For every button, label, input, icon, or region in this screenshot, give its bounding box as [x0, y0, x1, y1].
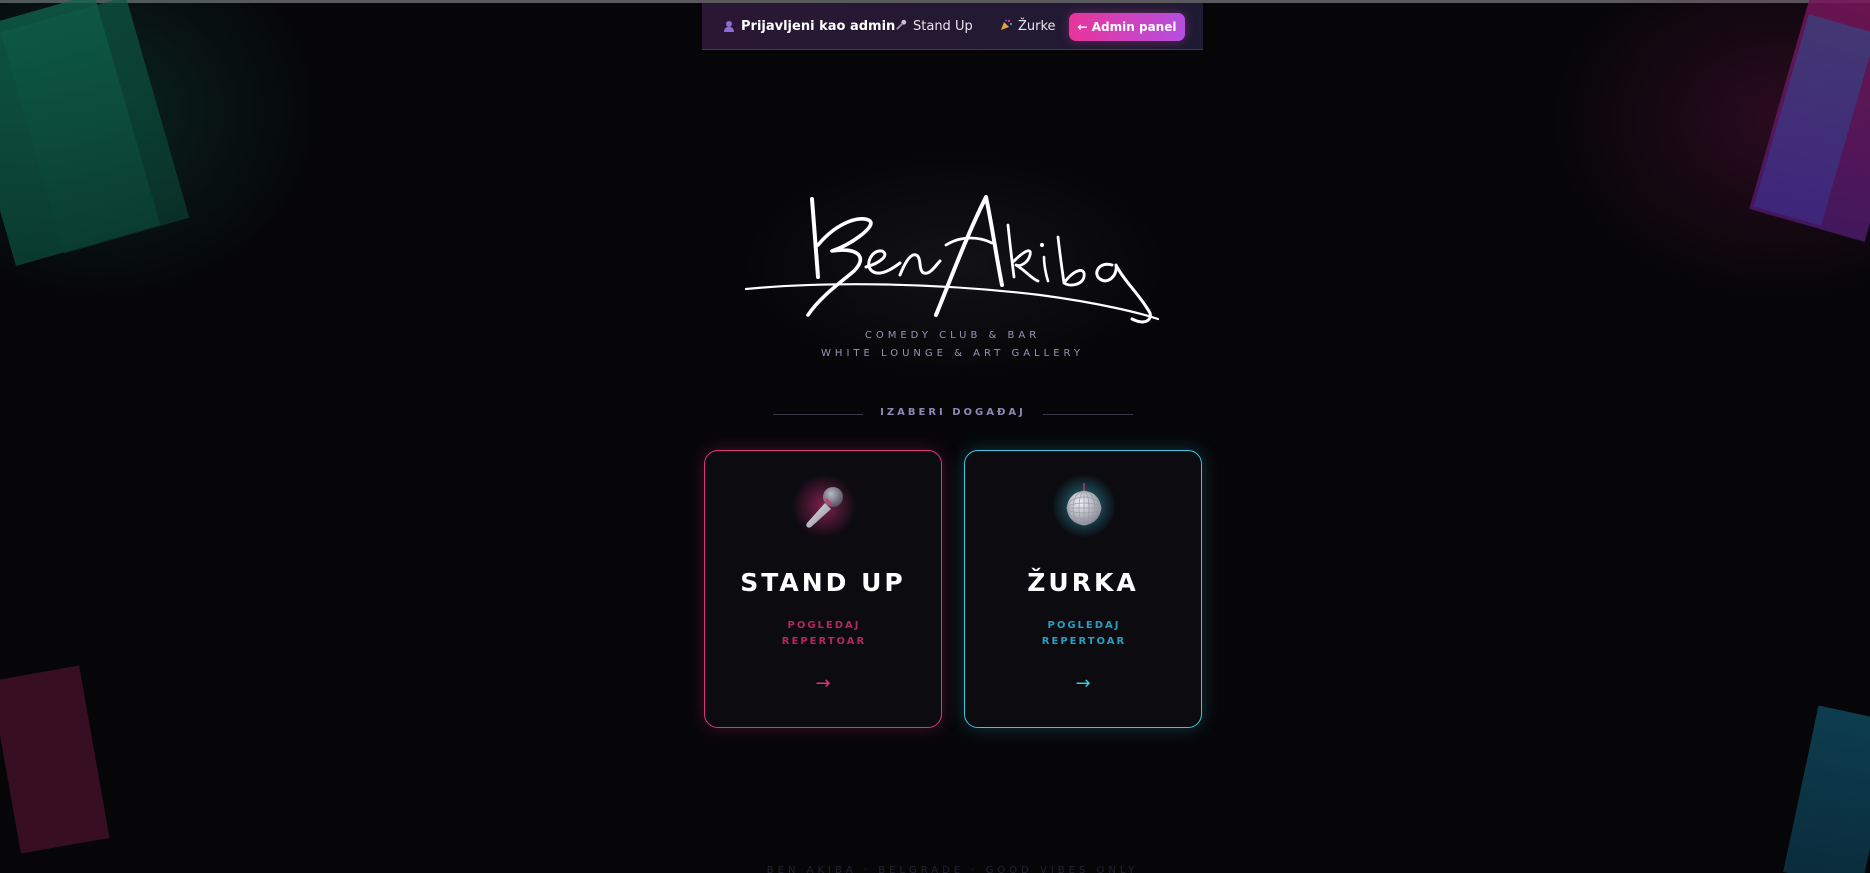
card-title: STAND UP [740, 568, 906, 597]
arrow-right-icon: → [815, 673, 831, 694]
ben-akiba-signature-logo [744, 195, 1160, 324]
divider-left [773, 414, 863, 415]
microphone-icon [806, 487, 843, 528]
party-popper-icon [1000, 19, 1012, 34]
card-subtitle: POGLEDAJ REPERTOAR [1015, 618, 1153, 650]
logged-in-user: Prijavljeni kao admin [724, 3, 895, 49]
event-card-zurka[interactable]: ŽURKA POGLEDAJ REPERTOAR → [964, 450, 1202, 728]
card-title: ŽURKA [1027, 568, 1139, 597]
nav-link-zurke[interactable]: Žurke [1000, 3, 1056, 49]
admin-panel-button[interactable]: ← Admin panel [1069, 13, 1185, 41]
footer-text: BEN AKIBA · BELGRADE · GOOD VIBES ONLY [766, 865, 1139, 873]
disco-ball-icon [1066, 483, 1102, 526]
nav-link-zurke-label: Žurke [1018, 18, 1056, 34]
divider-right [1043, 414, 1133, 415]
background-panel-teal [1783, 705, 1870, 873]
card-subtitle-line-2: REPERTOAR [1041, 636, 1127, 647]
page: Prijavljeni kao admin Stand Up Žurke ← A… [0, 0, 1870, 873]
card-subtitle-line-2: REPERTOAR [781, 636, 867, 647]
background-panel-maroon [0, 665, 110, 854]
tagline-white-lounge: WHITE LOUNGE & ART GALLERY [821, 348, 1084, 359]
logged-in-label: Prijavljeni kao admin [741, 18, 896, 34]
tagline-comedy-club: COMEDY CLUB & BAR [864, 330, 1041, 341]
card-subtitle-line-1: POGLEDAJ [787, 620, 861, 631]
top-nav: Prijavljeni kao admin Stand Up Žurke ← A… [702, 3, 1203, 50]
microphone-icon [896, 19, 907, 33]
card-icon [1049, 471, 1119, 541]
section-heading: IZABERI DOGAĐAJ [773, 405, 1133, 423]
user-icon [724, 20, 734, 32]
event-card-stand-up[interactable]: STAND UP POGLEDAJ REPERTOAR → [704, 450, 942, 728]
card-subtitle: POGLEDAJ REPERTOAR [755, 618, 893, 650]
nav-link-stand-up-label: Stand Up [913, 18, 973, 34]
arrow-right-icon: → [1075, 673, 1091, 694]
nav-link-stand-up[interactable]: Stand Up [896, 3, 973, 49]
section-title: IZABERI DOGAĐAJ [880, 407, 1026, 418]
card-icon [789, 471, 859, 541]
card-subtitle-line-1: POGLEDAJ [1047, 620, 1121, 631]
